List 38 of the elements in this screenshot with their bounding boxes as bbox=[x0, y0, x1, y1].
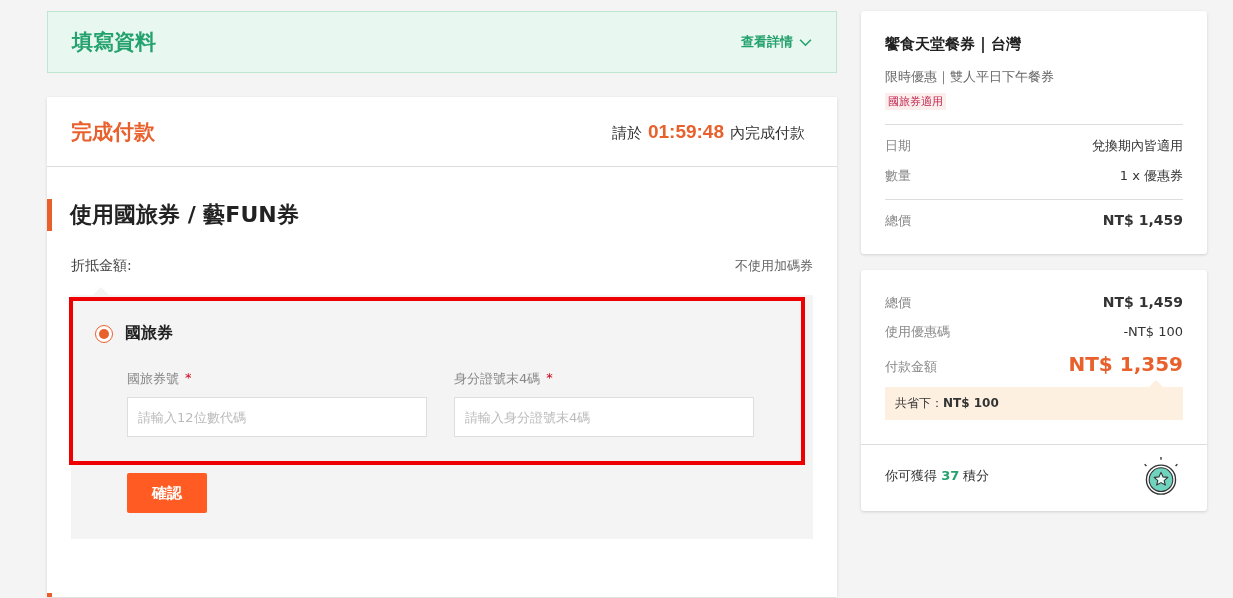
field-label: 國旅券號 * bbox=[127, 370, 193, 388]
radio-button[interactable] bbox=[95, 324, 113, 343]
input-field[interactable]: 請輸入身分證號末4碼 bbox=[454, 397, 754, 437]
details-link[interactable]: 查看詳情 bbox=[741, 33, 812, 51]
savings-label: 共省下： bbox=[895, 396, 943, 410]
star-medal-icon bbox=[1141, 455, 1181, 497]
detail-value: 1 x 優惠券 bbox=[1119, 167, 1183, 185]
savings-amount: NT$ 100 bbox=[943, 396, 999, 410]
no-coupon-link[interactable]: 不使用加碼券 bbox=[735, 257, 813, 275]
input-field[interactable]: 請輸入12位數代碼 bbox=[127, 397, 427, 437]
summary-label: 付款金額 bbox=[885, 358, 937, 376]
detail-label: 數量 bbox=[885, 167, 911, 185]
info-title: 填寫資料 bbox=[72, 29, 156, 56]
discount-label: 折抵金額: bbox=[71, 257, 132, 275]
payable-amount: NT$ 1,359 bbox=[1068, 352, 1183, 376]
summary-label: 總價 bbox=[885, 294, 911, 312]
discount-amount: -NT$ 100 bbox=[1123, 324, 1183, 339]
deadline-text: 內完成付款 bbox=[730, 123, 805, 143]
total-price: NT$ 1,459 bbox=[1102, 212, 1183, 228]
summary-label: 使用優惠碼 bbox=[885, 323, 950, 341]
total-label: 總價 bbox=[885, 212, 911, 230]
section-title: 使用國旅券 / 藝FUN券 bbox=[70, 201, 299, 229]
deadline-text: 請於 bbox=[611, 123, 642, 143]
option-label: 國旅券 bbox=[125, 323, 173, 344]
product-title: 饗食天堂餐券 | 台灣 bbox=[885, 35, 1022, 54]
product-subtitle: 限時優惠｜雙人平日下午餐券 bbox=[885, 68, 1055, 86]
detail-value: 兌換期內皆適用 bbox=[1092, 137, 1183, 155]
required-mark: * bbox=[185, 370, 192, 387]
detail-label: 日期 bbox=[885, 137, 911, 155]
payment-title: 完成付款 bbox=[71, 118, 155, 146]
field-label: 身分證號末4碼 * bbox=[454, 370, 554, 388]
required-mark: * bbox=[546, 370, 553, 387]
voucher-tag: 國旅券適用 bbox=[885, 93, 946, 110]
countdown-timer: 01:59:48 bbox=[647, 120, 724, 143]
total-price: NT$ 1,459 bbox=[1102, 294, 1183, 310]
confirm-button[interactable]: 確認 bbox=[127, 473, 207, 513]
section-marker bbox=[47, 199, 52, 231]
points-text: 你可獲得 37 積分 bbox=[885, 467, 990, 485]
